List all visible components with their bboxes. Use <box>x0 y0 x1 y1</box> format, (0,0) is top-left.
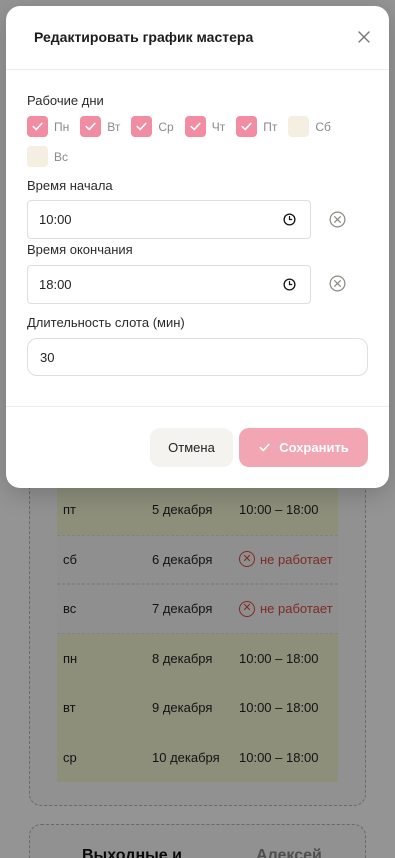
cancel-button[interactable]: Отмена <box>150 428 233 467</box>
day-checkbox-thu[interactable]: Чт <box>184 116 226 137</box>
check-icon <box>259 443 270 452</box>
day-label: Чт <box>211 119 226 134</box>
modal-title: Редактировать график мастера <box>34 29 254 45</box>
footer-divider <box>6 406 389 407</box>
checkbox-checked[interactable] <box>131 116 153 137</box>
day-label: Пн <box>54 119 70 134</box>
check-icon <box>190 122 201 131</box>
end-time-label: Время окончания <box>27 242 133 257</box>
check-icon <box>136 122 147 131</box>
clear-start-time-icon[interactable] <box>329 211 346 228</box>
clear-end-time-icon[interactable] <box>329 275 346 292</box>
start-time-label: Время начала <box>27 178 113 193</box>
end-time-value: 18:00 <box>39 277 72 292</box>
checkbox-unchecked[interactable] <box>288 116 310 137</box>
day-label: Вт <box>107 119 121 134</box>
slot-duration-label: Длительность слота (мин) <box>27 315 185 330</box>
day-label: Пт <box>263 119 278 134</box>
checkbox-checked[interactable] <box>184 116 206 137</box>
day-label: Ср <box>158 119 174 134</box>
day-checkbox-tue[interactable]: Вт <box>80 116 120 137</box>
check-icon <box>85 122 96 131</box>
check-icon <box>241 122 252 131</box>
end-time-input[interactable]: 18:00 <box>27 265 311 304</box>
working-days-group: Пн Вт Ср Чт Пт Сб Вс <box>27 116 347 167</box>
clock-icon[interactable] <box>283 278 296 291</box>
slot-duration-input[interactable]: 30 <box>27 338 368 376</box>
checkbox-checked[interactable] <box>236 116 258 137</box>
checkbox-checked[interactable] <box>27 116 48 137</box>
day-checkbox-sun[interactable]: Вс <box>27 146 68 167</box>
day-checkbox-fri[interactable]: Пт <box>236 116 277 137</box>
clock-icon[interactable] <box>283 213 296 226</box>
header-divider <box>6 69 389 70</box>
slot-duration-value: 30 <box>40 349 55 365</box>
save-button-label: Сохранить <box>279 440 349 455</box>
day-label: Сб <box>315 119 331 134</box>
checkbox-unchecked[interactable] <box>27 146 48 167</box>
day-checkbox-mon[interactable]: Пн <box>27 116 69 137</box>
start-time-value: 10:00 <box>39 212 72 227</box>
day-checkbox-sat[interactable]: Сб <box>288 116 331 137</box>
close-icon <box>358 31 370 43</box>
working-days-label: Рабочие дни <box>27 93 104 108</box>
day-label: Вс <box>54 149 69 164</box>
check-icon <box>32 122 43 131</box>
edit-schedule-modal: Редактировать график мастера Рабочие дни… <box>6 6 389 488</box>
start-time-input[interactable]: 10:00 <box>27 200 311 239</box>
day-checkbox-wed[interactable]: Ср <box>131 116 174 137</box>
close-button[interactable] <box>353 26 375 48</box>
checkbox-checked[interactable] <box>80 116 102 137</box>
save-button[interactable]: Сохранить <box>239 428 368 467</box>
